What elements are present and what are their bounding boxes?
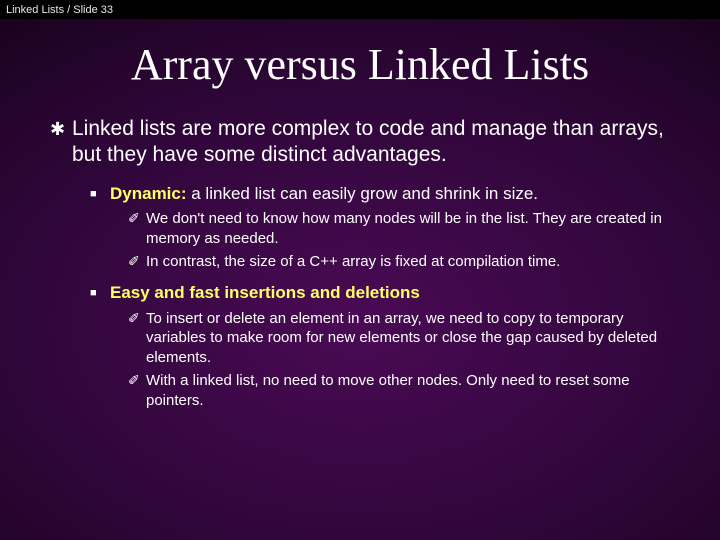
pencil-icon: ✐ (128, 371, 146, 410)
asterisk-icon: ✱ (50, 116, 72, 169)
level3-text: To insert or delete an element in an arr… (146, 309, 670, 368)
square-icon: ■ (90, 183, 110, 206)
level2-text: Dynamic: a linked list can easily grow a… (110, 183, 670, 206)
bullet-level3: ✐ In contrast, the size of a C++ array i… (128, 252, 670, 272)
level2-label: Dynamic: (110, 184, 187, 203)
square-icon: ■ (90, 282, 110, 305)
bullet-level3: ✐ We don't need to know how many nodes w… (128, 209, 670, 248)
slide-body: ✱ Linked lists are more complex to code … (0, 116, 720, 410)
pencil-icon: ✐ (128, 209, 146, 248)
bullet-level1: ✱ Linked lists are more complex to code … (50, 116, 670, 169)
bullet-level2: ■ Dynamic: a linked list can easily grow… (90, 183, 670, 206)
slide: Linked Lists / Slide 33 Array versus Lin… (0, 0, 720, 540)
level2-text: Easy and fast insertions and deletions (110, 282, 670, 305)
pencil-icon: ✐ (128, 252, 146, 272)
bullet-level2: ■ Easy and fast insertions and deletions (90, 282, 670, 305)
level3-text: With a linked list, no need to move othe… (146, 371, 670, 410)
level3-text: We don't need to know how many nodes wil… (146, 209, 670, 248)
level3-text: In contrast, the size of a C++ array is … (146, 252, 670, 272)
pencil-icon: ✐ (128, 309, 146, 368)
level1-text: Linked lists are more complex to code an… (72, 116, 670, 169)
breadcrumb: Linked Lists / Slide 33 (0, 0, 720, 19)
bullet-level3: ✐ To insert or delete an element in an a… (128, 309, 670, 368)
slide-title: Array versus Linked Lists (0, 39, 720, 90)
level2-rest: a linked list can easily grow and shrink… (187, 184, 539, 203)
level2-label: Easy and fast insertions and deletions (110, 283, 420, 302)
bullet-level3: ✐ With a linked list, no need to move ot… (128, 371, 670, 410)
